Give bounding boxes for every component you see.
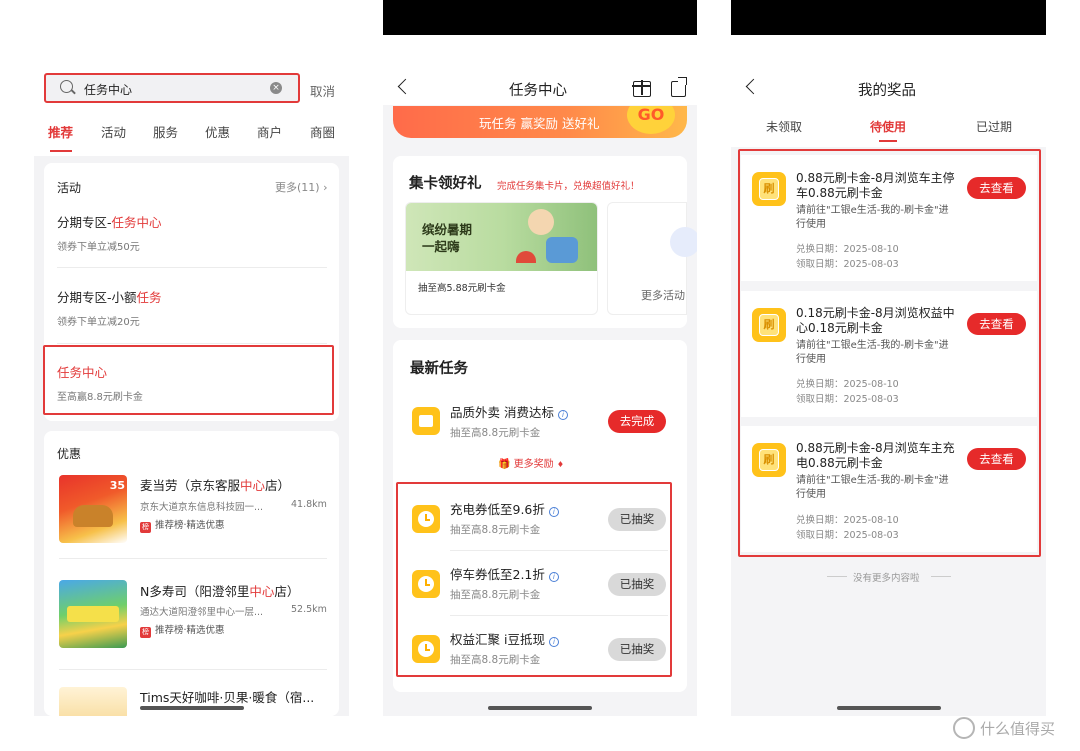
shop-tag: 榜推荐榜·精选优惠 bbox=[140, 625, 225, 638]
highlight-box bbox=[738, 149, 1041, 557]
activity-item-title[interactable]: 分期专区-小额任务 bbox=[57, 287, 162, 306]
more-activities-card[interactable]: 更多活动 bbox=[607, 202, 697, 315]
shop-name[interactable]: N多寿司（阳澄邻里中心店） bbox=[140, 581, 299, 600]
discount-section: 优惠 35 麦当劳（京东客服中心店） 京东大道京东信息科技园一... 41.8k… bbox=[44, 431, 339, 716]
shop-tag: 榜推荐榜·精选优惠 bbox=[140, 520, 225, 533]
section-title: 优惠 bbox=[57, 447, 82, 461]
tab-pending-use[interactable]: 待使用 bbox=[870, 118, 906, 135]
watermark: 什么值得买 bbox=[980, 720, 1056, 738]
search-tabs: 推荐 活动 服务 优惠 商户 商圈 bbox=[34, 122, 349, 152]
shop-address: 京东大道京东信息科技园一... bbox=[140, 502, 264, 513]
active-tab-indicator bbox=[879, 140, 897, 142]
tab-recommend[interactable]: 推荐 bbox=[48, 122, 73, 141]
shop-address: 通达大道阳澄邻里中心一层... bbox=[140, 607, 264, 618]
clear-icon[interactable]: × bbox=[270, 82, 282, 94]
tab-expired[interactable]: 已过期 bbox=[976, 118, 1012, 135]
go-badge: GO bbox=[627, 106, 675, 134]
section-subtitle: 完成任务集卡片，兑换超值好礼！ bbox=[497, 181, 640, 192]
tab-service[interactable]: 服务 bbox=[153, 122, 178, 141]
no-more-content: 没有更多内容啦 bbox=[853, 573, 920, 584]
highlight-box bbox=[43, 345, 334, 415]
banner[interactable]: 玩任务 赢奖励 送好礼 GO bbox=[393, 106, 687, 138]
shop-image[interactable]: 35 bbox=[59, 475, 127, 543]
gift-icon: 🎁 bbox=[498, 459, 511, 470]
collect-card[interactable]: 缤纷暑期 一起嗨 抽至高5.88元刷卡金 bbox=[405, 202, 598, 315]
tab-unclaimed[interactable]: 未领取 bbox=[766, 118, 802, 135]
collect-card-section: 集卡领好礼 完成任务集卡片，兑换超值好礼！ 缤纷暑期 一起嗨 抽至高5.88元刷… bbox=[393, 156, 697, 328]
shop-image[interactable] bbox=[59, 687, 127, 716]
task-center-panel: 任务中心 玩任务 赢奖励 送好礼 GO 集卡领好礼 完成任务集卡片，兑换超值好礼… bbox=[383, 0, 697, 716]
highlight-box bbox=[396, 482, 672, 677]
tab-merchant[interactable]: 商户 bbox=[257, 122, 282, 141]
task-subtitle: 抽至高8.8元刷卡金 bbox=[450, 427, 541, 439]
my-prizes-panel: 我的奖品 未领取 待使用 已过期 刷 0.88元刷卡金-8月浏览车主停车0.88… bbox=[731, 0, 1046, 716]
share-icon[interactable] bbox=[671, 77, 687, 97]
home-indicator bbox=[488, 706, 592, 710]
search-icon bbox=[60, 80, 73, 93]
gift-icon[interactable] bbox=[632, 80, 651, 97]
active-tab-indicator bbox=[50, 150, 72, 152]
more-rewards-link[interactable]: 🎁 更多奖励 ♦ bbox=[498, 455, 564, 470]
task-name: 品质外卖 消费达标 i bbox=[450, 402, 568, 421]
rank-icon: 榜 bbox=[140, 627, 151, 638]
tab-business-district[interactable]: 商圈 bbox=[310, 122, 335, 141]
page-title: 任务中心 bbox=[509, 83, 567, 99]
activity-item-title[interactable]: 分期专区-任务中心 bbox=[57, 212, 162, 231]
tab-activity[interactable]: 活动 bbox=[101, 122, 126, 141]
section-title: 最新任务 bbox=[410, 361, 468, 377]
banner-text: 玩任务 赢奖励 送好礼 bbox=[479, 116, 600, 131]
section-title: 集卡领好礼 bbox=[409, 176, 482, 192]
page-title: 我的奖品 bbox=[858, 83, 916, 99]
tab-discount[interactable]: 优惠 bbox=[205, 122, 230, 141]
search-input[interactable]: 任务中心 × bbox=[44, 73, 300, 103]
watermark-logo-icon bbox=[953, 717, 975, 739]
card-title: 一起嗨 bbox=[422, 239, 460, 254]
card-subtitle: 抽至高5.88元刷卡金 bbox=[418, 283, 506, 294]
bag-icon bbox=[412, 407, 440, 435]
shop-distance: 41.8km bbox=[291, 499, 327, 510]
shop-name[interactable]: 麦当劳（京东客服中心店） bbox=[140, 475, 290, 494]
shop-image[interactable] bbox=[59, 580, 127, 648]
section-title: 活动 bbox=[57, 181, 82, 195]
cancel-button[interactable]: 取消 bbox=[310, 81, 335, 100]
status-bar bbox=[731, 0, 1046, 35]
info-icon: i bbox=[557, 410, 568, 420]
home-indicator bbox=[837, 706, 941, 710]
status-bar bbox=[383, 0, 697, 35]
search-query: 任务中心 bbox=[84, 83, 133, 97]
more-activities-label: 更多活动 bbox=[641, 289, 685, 302]
rank-icon: 榜 bbox=[140, 522, 151, 533]
shop-name[interactable]: Tims天好咖啡·贝果·暖食（宿... bbox=[140, 687, 314, 706]
more-link[interactable]: 更多(11) › bbox=[275, 179, 328, 195]
complete-task-button[interactable]: 去完成 bbox=[608, 410, 666, 433]
activity-item-sub: 领券下单立减50元 bbox=[57, 242, 140, 253]
shop-distance: 52.5km bbox=[291, 604, 327, 615]
search-panel: 任务中心 × 取消 推荐 活动 服务 优惠 商户 商圈 活动 更多(11) › … bbox=[34, 0, 349, 716]
activity-item-sub: 领券下单立减20元 bbox=[57, 317, 140, 328]
home-indicator bbox=[140, 706, 244, 710]
